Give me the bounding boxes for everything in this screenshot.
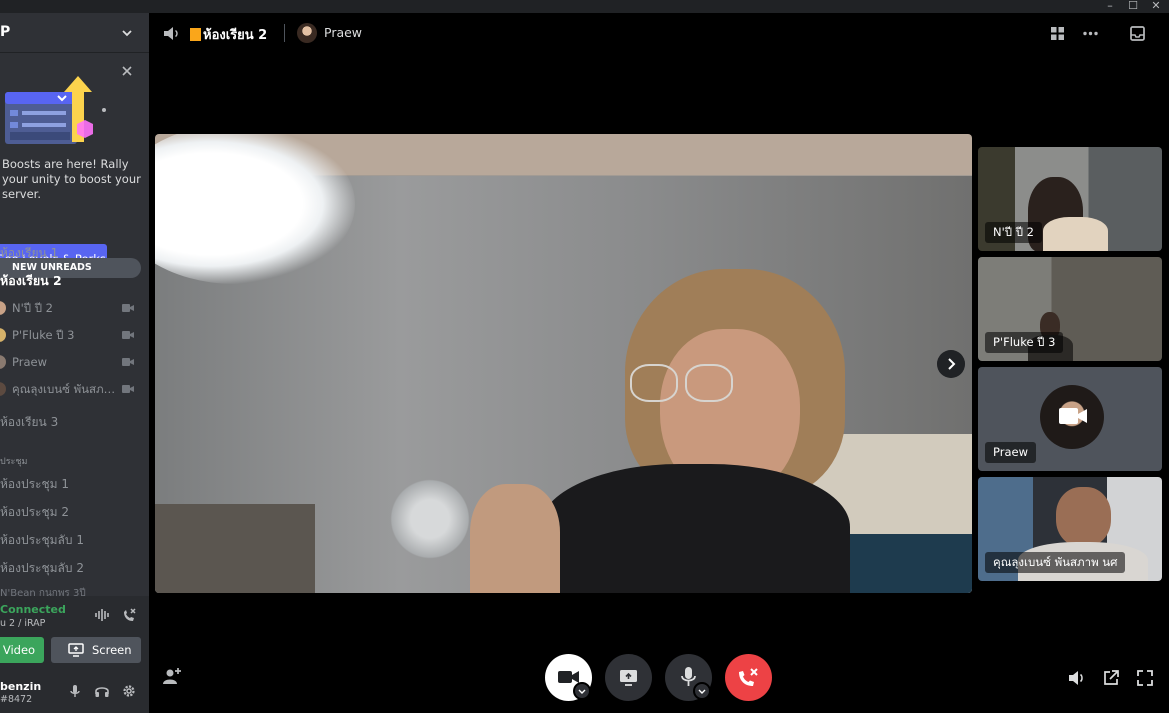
microphone-icon[interactable] — [67, 683, 83, 699]
chevron-down-icon — [578, 689, 586, 694]
headphones-icon[interactable] — [94, 683, 110, 699]
inbox-icon[interactable] — [1129, 25, 1146, 42]
video-button[interactable]: Video — [0, 637, 44, 663]
category-meeting[interactable]: ประชุม — [0, 454, 27, 468]
channel-classroom-3[interactable]: ห้องเรียน 3 — [0, 410, 149, 434]
call-header: ห้องเรียน 2 Praew — [149, 13, 1169, 53]
fullscreen-icon[interactable] — [1136, 669, 1154, 687]
participant-tile[interactable]: N'ปี ปี 2 — [978, 147, 1162, 251]
channel-secret-meeting-1[interactable]: ห้องประชุมลับ 1 — [0, 528, 149, 552]
camera-icon — [122, 331, 134, 339]
participant-name: P'Fluke ปี 3 — [985, 332, 1064, 353]
participant-name: N'ปี ปี 2 — [985, 222, 1042, 243]
channel-title: ห้องเรียน 2 — [190, 24, 267, 45]
channel-meeting-1[interactable]: ห้องประชุม 1 — [0, 472, 149, 496]
voice-user-name: P'Fluke ปี 3 — [12, 328, 75, 342]
voice-channel-path: u 2 / iRAP — [0, 618, 46, 629]
gear-icon[interactable] — [121, 683, 137, 699]
boost-illustration — [5, 76, 106, 144]
participant-name: Praew — [985, 442, 1036, 463]
boost-promo-card: Boosts are here! Rally your unity to boo… — [0, 54, 149, 275]
host-name[interactable]: Praew — [324, 25, 362, 40]
grid-icon[interactable] — [1049, 25, 1066, 42]
disconnect-icon[interactable] — [121, 607, 137, 623]
divider — [284, 24, 285, 42]
video-person-glasses — [685, 364, 733, 402]
voice-status[interactable]: Connected — [0, 603, 66, 616]
screen-share-label: Screen — [92, 643, 132, 657]
channel-secret-meeting-2[interactable]: ห้องประชุมลับ 2 — [0, 556, 149, 580]
avatar — [0, 355, 6, 369]
camera-icon — [122, 358, 134, 366]
voice-user-2[interactable]: P'Fluke ปี 3 — [0, 323, 149, 347]
add-person-icon[interactable] — [162, 667, 182, 685]
voice-user-3[interactable]: Praew — [0, 350, 149, 374]
camera-options-badge[interactable] — [573, 682, 591, 700]
camera-toggle-button[interactable] — [545, 654, 592, 701]
avatar — [0, 328, 6, 342]
channel-color-square — [190, 28, 201, 41]
speaker-icon — [164, 27, 178, 40]
username[interactable]: benzin — [0, 680, 41, 693]
minimize-button[interactable]: – — [1100, 0, 1120, 13]
video-fan — [385, 474, 475, 564]
popout-icon[interactable] — [1102, 669, 1120, 687]
screen-share-button[interactable]: Screen — [51, 637, 141, 663]
camera-icon — [122, 385, 134, 393]
window-titlebar: – ☐ ✕ — [0, 0, 1169, 13]
avatar — [0, 382, 6, 396]
screen-share-icon — [68, 643, 84, 657]
user-panel: benzin #8472 — [0, 669, 149, 713]
more-icon[interactable] — [1082, 25, 1099, 42]
video-person-shirt — [540, 464, 850, 593]
participant-tile[interactable]: P'Fluke ปี 3 — [978, 257, 1162, 361]
hang-up-icon — [739, 668, 758, 686]
chevron-down-icon — [698, 689, 706, 694]
participant-video — [1043, 217, 1108, 251]
camera-icon — [1059, 408, 1087, 424]
voice-user-name: Praew — [12, 355, 47, 369]
channel-classroom-2[interactable]: ห้องเรียน 2 — [0, 269, 149, 293]
voice-user-1[interactable]: N'ปี ปี 2 — [0, 296, 149, 320]
participant-video — [1056, 487, 1111, 547]
chevron-down-icon — [122, 30, 132, 37]
hang-up-button[interactable] — [725, 654, 772, 701]
user-tag: #8472 — [0, 694, 33, 705]
avatar — [0, 301, 6, 315]
screen-share-icon — [620, 670, 637, 686]
server-name: P — [0, 24, 11, 40]
close-window-button[interactable]: ✕ — [1146, 0, 1166, 13]
voice-user-4[interactable]: คุณลุงเบนซ์ พันสภา... — [0, 377, 149, 401]
maximize-button[interactable]: ☐ — [1123, 0, 1143, 13]
voice-user-name: คุณลุงเบนซ์ พันสภา... — [12, 382, 117, 396]
participant-tile[interactable]: Praew — [978, 367, 1162, 471]
volume-icon[interactable] — [1068, 669, 1086, 687]
video-person-glasses — [630, 364, 678, 402]
chevron-right-icon[interactable] — [937, 350, 965, 378]
avatar[interactable] — [297, 23, 317, 43]
server-header[interactable]: P — [0, 13, 149, 53]
close-icon[interactable] — [120, 64, 134, 78]
microphone-options-badge[interactable] — [693, 682, 711, 700]
camera-icon — [122, 304, 134, 312]
boost-description: Boosts are here! Rally your unity to boo… — [2, 157, 141, 201]
voice-user-name: N'ปี ปี 2 — [12, 301, 53, 315]
focused-video-stream[interactable] — [155, 134, 972, 593]
video-shelf — [155, 504, 315, 593]
noise-suppression-icon[interactable] — [94, 608, 110, 622]
video-call-area: ห้องเรียน 2 Praew N'ปี ปี 2 P'Fluke ปี 3 — [149, 13, 1169, 713]
channel-meeting-2[interactable]: ห้องประชุม 2 — [0, 500, 149, 524]
channel-sidebar: P Boosts are here! Rally your unity to b… — [0, 13, 149, 713]
microphone-toggle-button[interactable] — [665, 654, 712, 701]
video-person-arm — [470, 484, 560, 593]
screen-share-control-button[interactable] — [605, 654, 652, 701]
participant-tile[interactable]: คุณลุงเบนซ์ พันสภาพ นศ — [978, 477, 1162, 581]
participant-name: คุณลุงเบนซ์ พันสภาพ นศ — [985, 552, 1126, 573]
